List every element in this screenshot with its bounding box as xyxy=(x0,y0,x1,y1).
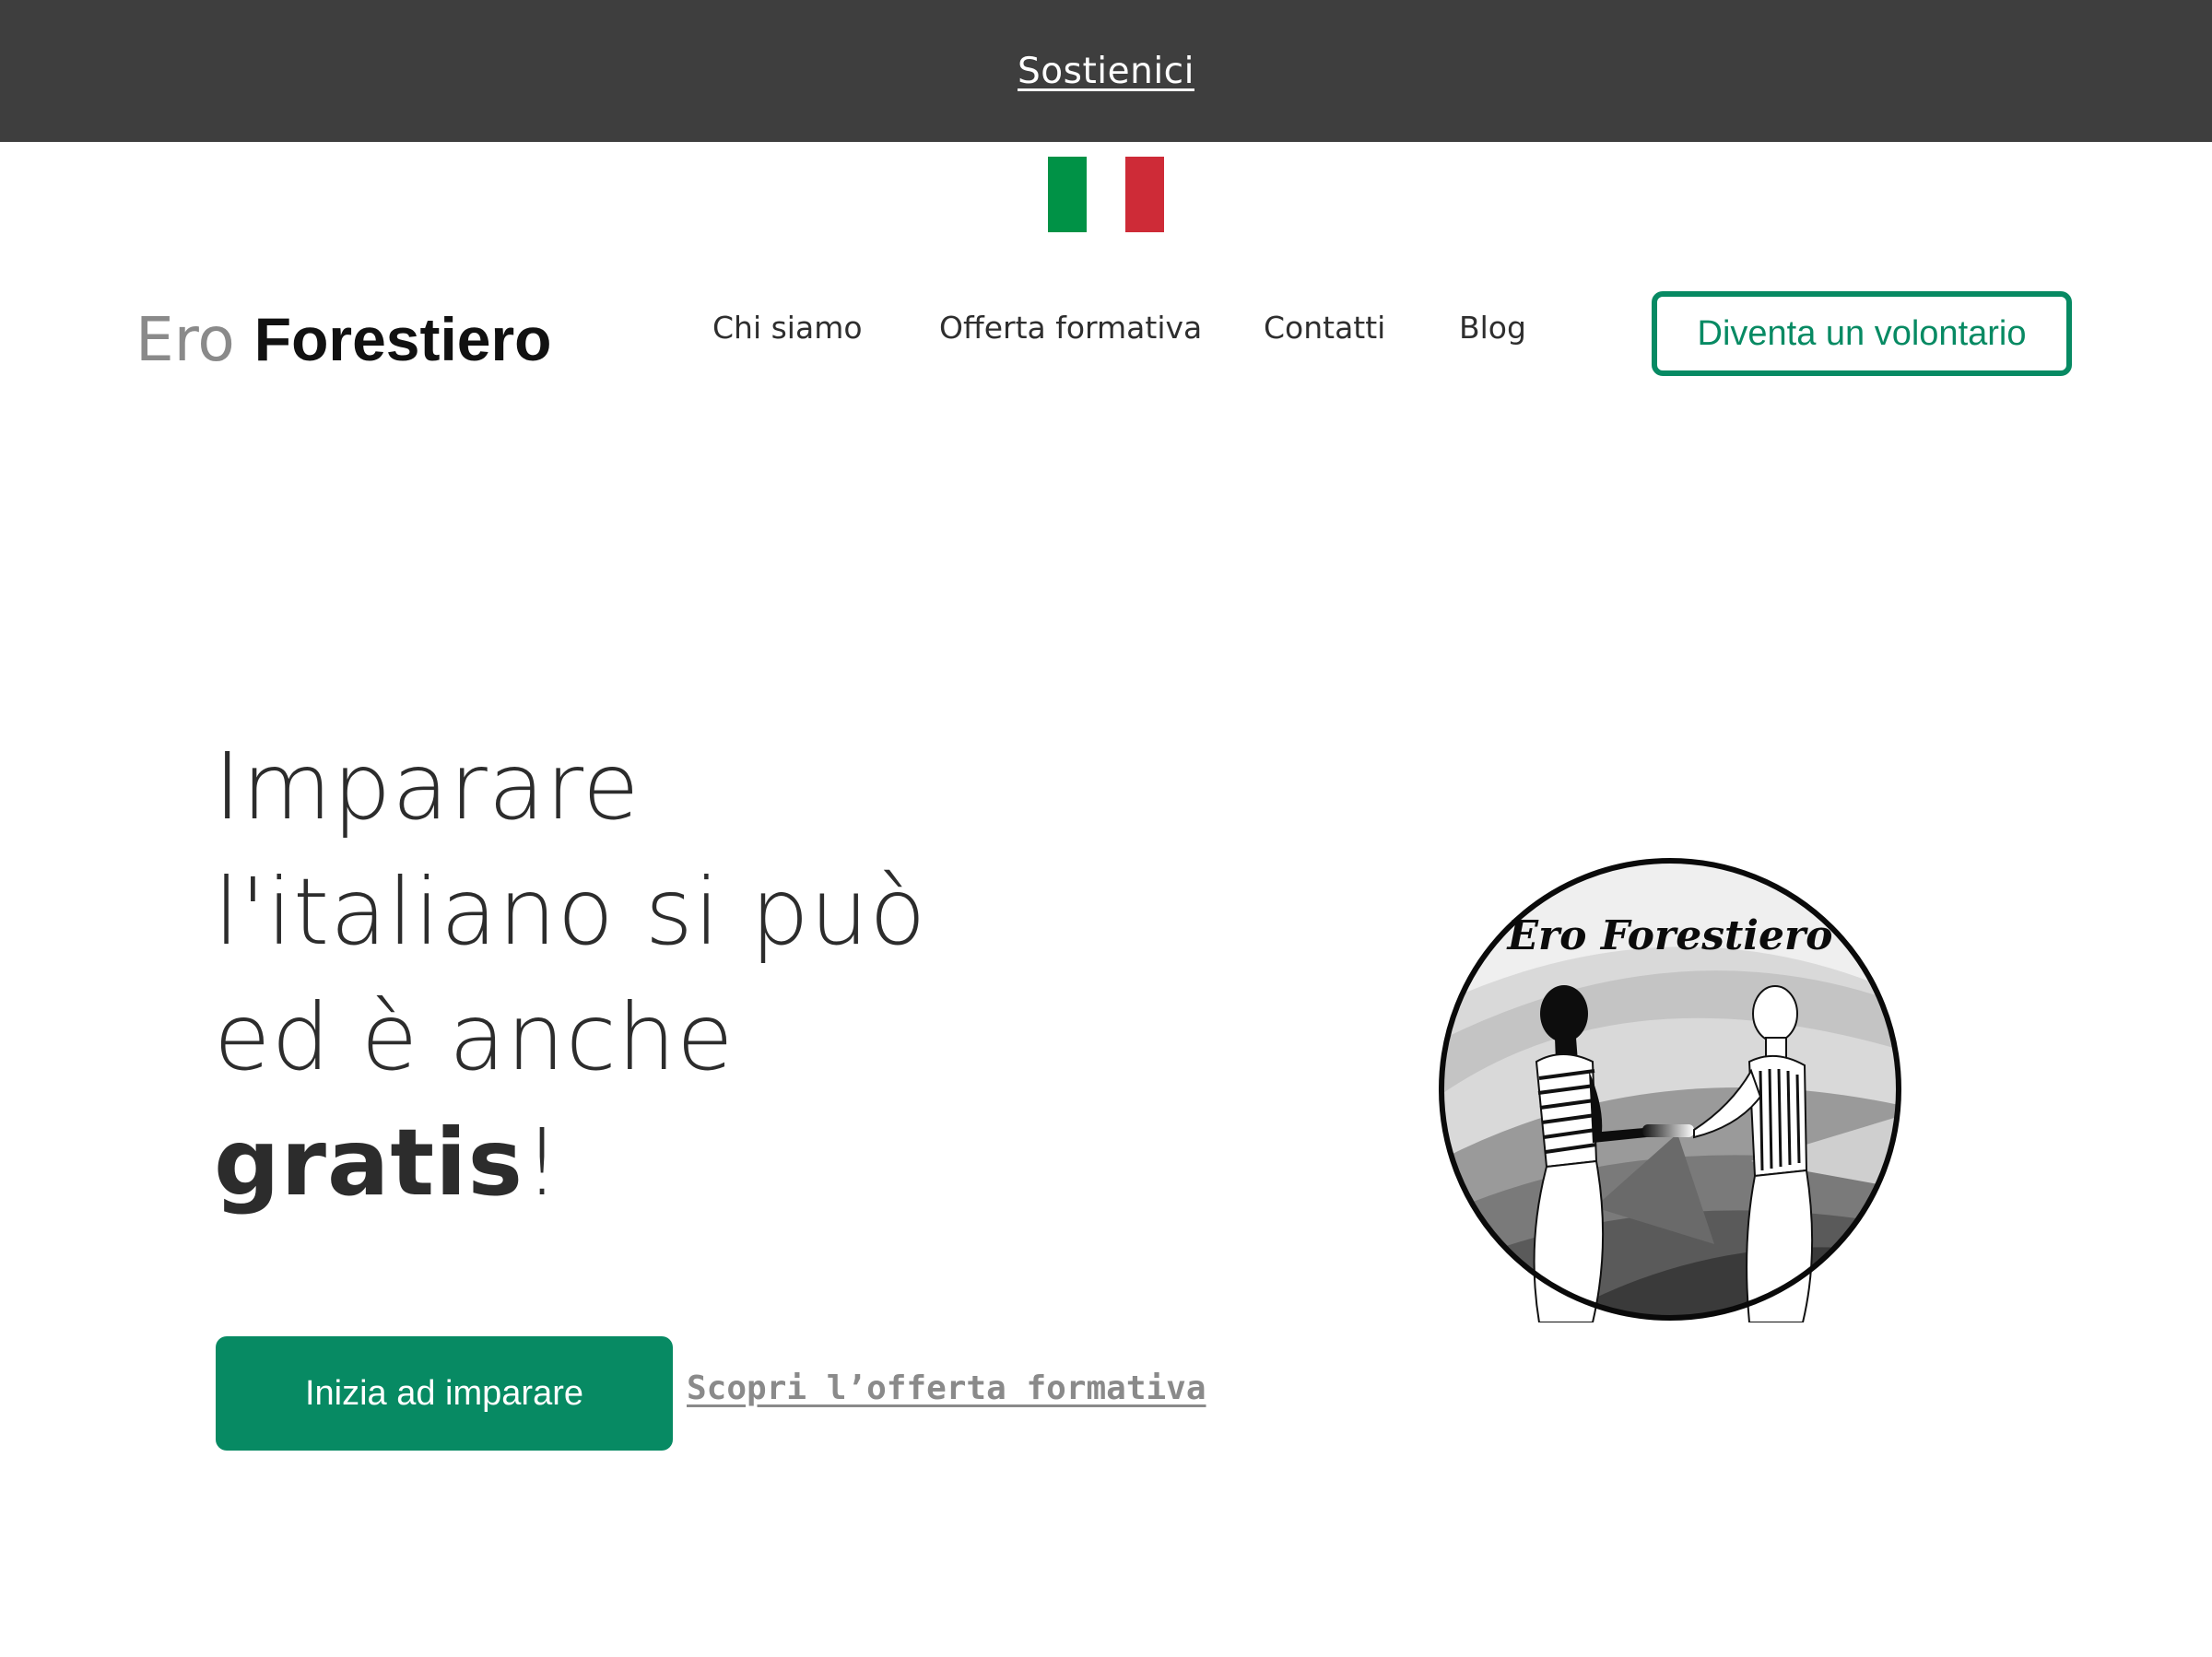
hero-title-bold: gratis xyxy=(214,1109,524,1216)
logo-light-text: Ero xyxy=(135,304,235,375)
nav-item-chi-siamo[interactable]: Chi siamo xyxy=(712,310,863,346)
hero-title-exclamation: ! xyxy=(523,1109,562,1216)
nav-item-contatti[interactable]: Contatti xyxy=(1264,310,1385,346)
hero-title-line-1: Imparare xyxy=(214,733,641,840)
flag-red-stripe xyxy=(1125,157,1164,232)
italian-flag-icon[interactable] xyxy=(1048,157,1164,232)
flag-green-stripe xyxy=(1048,157,1087,232)
site-logo[interactable]: Ero Forestiero xyxy=(135,300,552,379)
support-link[interactable]: Sostienici xyxy=(1018,51,1194,92)
nav-item-offerta-formativa[interactable]: Offerta formativa xyxy=(939,310,1202,346)
emblem-title: Ero Forestiero xyxy=(1505,912,1832,959)
flag-white-stripe xyxy=(1087,157,1125,232)
logo-bold-text: Forestiero xyxy=(253,305,552,373)
hero-title-line-2: l'italiano si può xyxy=(214,858,927,966)
volunteer-button[interactable]: Diventa un volontario xyxy=(1652,291,2072,376)
ero-forestiero-emblem: Ero Forestiero xyxy=(1439,858,1901,1322)
support-bar: Sostienici xyxy=(0,0,2212,142)
hero-title-line-3: ed è anche xyxy=(214,983,735,1091)
emblem-handshake xyxy=(1642,1124,1694,1137)
course-offer-link[interactable]: Scopri l’offerta formativa xyxy=(687,1369,1206,1407)
hero-title-line-4: gratis! xyxy=(214,1100,970,1226)
nav-item-blog[interactable]: Blog xyxy=(1459,310,1526,346)
hero-title: Imparare l'italiano si può ed è anche gr… xyxy=(214,724,970,1226)
start-learning-button[interactable]: Inizia ad imparare xyxy=(216,1336,673,1451)
